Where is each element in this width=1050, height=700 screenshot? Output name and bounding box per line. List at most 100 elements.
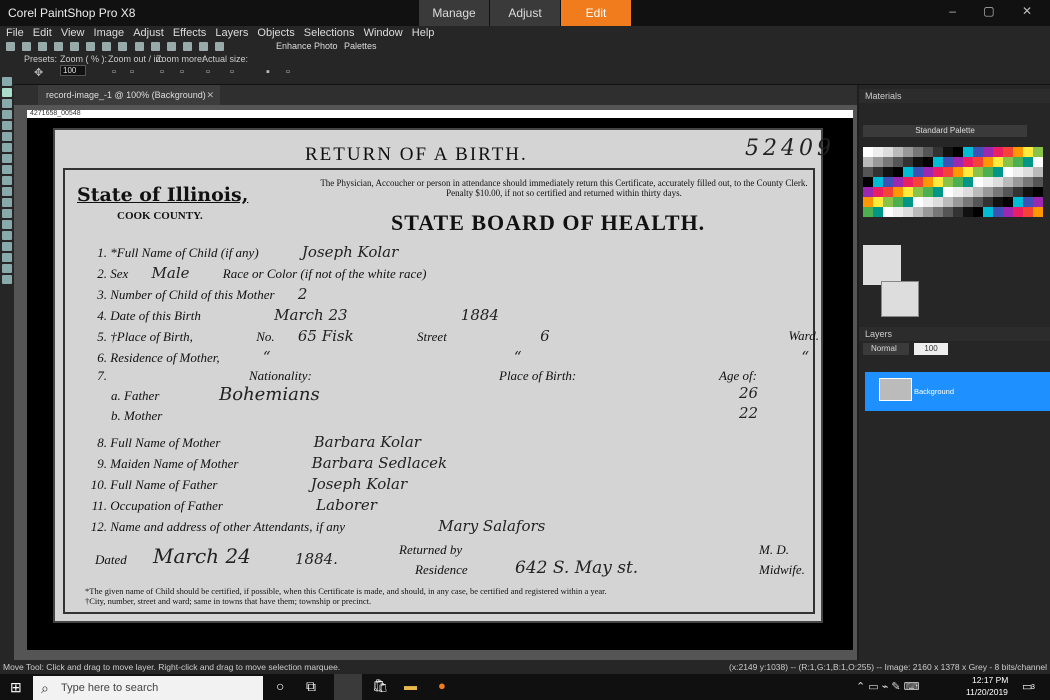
color-swatch[interactable] (953, 197, 963, 207)
color-swatch[interactable] (1013, 197, 1023, 207)
shape-tool-icon[interactable] (2, 242, 12, 251)
color-swatch[interactable] (893, 147, 903, 157)
menu-image[interactable]: Image (94, 26, 125, 40)
new-icon[interactable] (6, 42, 15, 51)
color-swatch[interactable] (903, 177, 913, 187)
color-swatch[interactable] (1033, 207, 1043, 217)
color-swatch[interactable] (943, 157, 953, 167)
color-swatch[interactable] (1013, 177, 1023, 187)
menu-help[interactable]: Help (412, 26, 435, 40)
color-swatch[interactable] (1023, 177, 1033, 187)
color-swatch[interactable] (1023, 187, 1033, 197)
color-swatch[interactable] (863, 197, 873, 207)
color-swatch[interactable] (973, 147, 983, 157)
firefox-icon[interactable]: ● (438, 678, 446, 693)
color-swatch[interactable] (963, 157, 973, 167)
color-swatch[interactable] (913, 187, 923, 197)
color-swatch[interactable] (953, 187, 963, 197)
color-swatch[interactable] (873, 187, 883, 197)
color-swatch[interactable] (983, 197, 993, 207)
eraser-tool-icon[interactable] (2, 209, 12, 218)
zoom-in-icon[interactable]: ▫ (130, 66, 134, 78)
color-swatch[interactable] (973, 207, 983, 217)
layer-row-background[interactable]: Background (865, 372, 1050, 411)
color-swatch[interactable] (993, 177, 1003, 187)
layout-icon[interactable] (214, 42, 224, 51)
color-swatch[interactable] (1033, 177, 1043, 187)
color-swatch[interactable] (863, 147, 873, 157)
color-swatch[interactable] (883, 207, 893, 217)
image-canvas[interactable]: RETURN OF A BIRTH. 52409 State of Illino… (27, 118, 853, 650)
warp-tool-icon[interactable] (2, 264, 12, 273)
foreground-color-swatch[interactable] (863, 245, 901, 285)
color-swatch[interactable] (923, 207, 933, 217)
zoom-input[interactable]: 100 (60, 65, 86, 76)
color-swatch[interactable] (993, 207, 1003, 217)
menu-effects[interactable]: Effects (173, 26, 206, 40)
background-color-swatch[interactable] (881, 281, 919, 317)
color-swatch[interactable] (963, 147, 973, 157)
color-swatch[interactable] (943, 187, 953, 197)
blend-mode-select[interactable]: Normal (863, 343, 909, 355)
color-swatch[interactable] (943, 167, 953, 177)
color-swatch[interactable] (933, 187, 943, 197)
crop-icon[interactable] (150, 42, 160, 51)
color-swatch[interactable] (1013, 147, 1023, 157)
color-swatch[interactable] (943, 197, 953, 207)
color-swatch[interactable] (1033, 157, 1043, 167)
color-swatch[interactable] (943, 177, 953, 187)
undo-icon[interactable] (102, 42, 112, 51)
color-swatch[interactable] (923, 147, 933, 157)
color-swatch[interactable] (1023, 207, 1033, 217)
color-swatch[interactable] (873, 207, 883, 217)
color-swatch[interactable] (903, 157, 913, 167)
color-swatch[interactable] (983, 187, 993, 197)
color-swatch[interactable] (913, 167, 923, 177)
menu-window[interactable]: Window (364, 26, 403, 40)
color-swatch[interactable] (1013, 207, 1023, 217)
picture-tube-icon[interactable] (2, 275, 12, 284)
color-swatch[interactable] (863, 157, 873, 167)
pan-tool-icon[interactable] (2, 77, 12, 86)
color-swatch[interactable] (903, 197, 913, 207)
color-swatch[interactable] (973, 197, 983, 207)
color-swatch[interactable] (923, 197, 933, 207)
color-swatch[interactable] (983, 147, 993, 157)
color-swatch[interactable] (923, 157, 933, 167)
opacity-input[interactable]: 100 (914, 343, 948, 355)
zoom-more-out-icon[interactable]: ▫ (160, 66, 164, 78)
windows-start-icon[interactable]: ⊞ (10, 679, 22, 696)
color-swatch[interactable] (1003, 157, 1013, 167)
color-swatch[interactable] (983, 177, 993, 187)
color-swatch[interactable] (1023, 157, 1033, 167)
color-swatch[interactable] (933, 147, 943, 157)
color-swatch[interactable] (1023, 167, 1033, 177)
tab-manage[interactable]: Manage (419, 0, 489, 26)
color-swatch[interactable] (893, 167, 903, 177)
color-swatch[interactable] (1033, 147, 1043, 157)
color-swatch[interactable] (993, 187, 1003, 197)
presets-icon[interactable]: ✥ (34, 66, 43, 79)
save-icon[interactable] (38, 42, 48, 51)
enhance-photo-menu[interactable]: Enhance Photo (276, 41, 338, 51)
menu-adjust[interactable]: Adjust (133, 26, 164, 40)
red-eye-tool-icon[interactable] (2, 143, 12, 152)
fit-image-icon[interactable]: ▪ (266, 66, 270, 78)
color-swatch[interactable] (893, 177, 903, 187)
color-swatch[interactable] (913, 197, 923, 207)
paint-brush-icon[interactable] (2, 198, 12, 207)
color-swatch[interactable] (1033, 187, 1043, 197)
menu-layers[interactable]: Layers (215, 26, 248, 40)
color-swatch[interactable] (893, 207, 903, 217)
color-swatch[interactable] (873, 147, 883, 157)
store-icon[interactable]: 🛍 (372, 678, 389, 694)
color-swatch[interactable] (873, 197, 883, 207)
tab-adjust[interactable]: Adjust (490, 0, 560, 26)
zoom-out-icon[interactable]: ▫ (112, 66, 116, 78)
makeover-tool-icon[interactable] (2, 154, 12, 163)
zoom-more-in-icon[interactable]: ▫ (180, 66, 184, 78)
color-swatch[interactable] (1003, 197, 1013, 207)
move-tool-icon[interactable] (2, 88, 12, 97)
color-swatch[interactable] (1003, 187, 1013, 197)
color-swatch[interactable] (1033, 167, 1043, 177)
